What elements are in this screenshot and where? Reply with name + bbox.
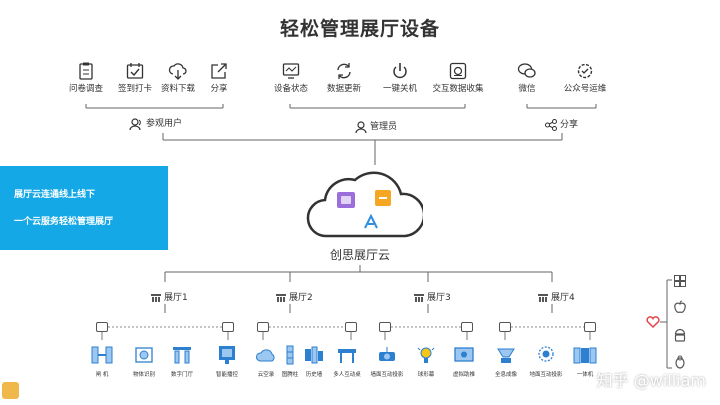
control-screen-icon <box>205 345 249 367</box>
watermark: 知乎 @william <box>596 371 706 390</box>
group-share: 分享 <box>545 117 578 131</box>
feature-label: 分享 <box>210 84 228 94</box>
store-node-icon <box>461 322 473 332</box>
feature-data-collect: 交互数据收集 <box>423 62 493 94</box>
badge-settings-icon <box>550 62 620 80</box>
device-wall-projection: 墙面互动投影 <box>365 345 409 378</box>
hologram-icon <box>484 345 528 367</box>
store-node-icon <box>96 322 108 332</box>
device-gate: 闸 机 <box>80 345 124 378</box>
banner-line-2: 一个云服务轻松管理展厅 <box>14 217 114 227</box>
hall-4: 展厅4 <box>537 290 575 303</box>
feature-label: 交互数据收集 <box>432 84 484 94</box>
feature-share: 分享 <box>184 62 254 94</box>
building-icon <box>538 293 548 302</box>
hall-1: 展厅1 <box>150 290 188 303</box>
floor-projection-icon <box>524 345 568 367</box>
kiosk-icon <box>563 345 607 367</box>
virtual-screen-icon <box>442 345 486 367</box>
admin-icon <box>355 120 367 133</box>
device-floor-projection: 地面互动投影 <box>524 345 568 378</box>
store-node-icon <box>222 322 234 332</box>
gate-icon <box>80 345 124 367</box>
user-icon <box>129 117 141 130</box>
android-icon <box>674 328 686 342</box>
table-icon <box>325 345 369 367</box>
page-title: 轻松管理展厅设备 <box>279 18 440 40</box>
share-nodes-icon <box>545 118 557 131</box>
feature-official-account: 公众号运维 <box>550 62 620 94</box>
group-admin: 管理员 <box>355 119 397 133</box>
store-node-icon <box>257 322 269 332</box>
cloud-label: 创思展厅云 <box>329 248 390 262</box>
hall-2: 展厅2 <box>275 290 313 303</box>
store-node-icon <box>584 322 596 332</box>
cloud-icon <box>306 171 423 238</box>
store-node-icon <box>499 322 511 332</box>
apple-icon <box>674 300 686 313</box>
hall-3: 展厅3 <box>413 290 451 303</box>
data-collect-icon <box>423 62 493 80</box>
building-icon <box>276 293 286 302</box>
device-virtual-push: 虚拟助推 <box>442 345 486 378</box>
share-arrow-icon <box>184 62 254 80</box>
feature-label: 公众号运维 <box>563 84 607 94</box>
intro-banner: 展厅云连通线上线下 一个云服务轻松管理展厅 <box>0 166 168 250</box>
device-multi-touch-table: 多人互动桌 <box>325 345 369 378</box>
banner-line-1: 展厅云连通线上线下 <box>14 190 96 200</box>
windows-icon <box>674 275 686 287</box>
group-visitors: 参观用户 <box>129 116 182 130</box>
store-node-icon <box>379 322 391 332</box>
device-smart-playback: 智能播控 <box>205 345 249 378</box>
building-icon <box>151 293 161 302</box>
device-hologram: 全息成像 <box>484 345 528 378</box>
heart-icon <box>646 316 660 328</box>
device-digital-lobby: 数字门厅 <box>160 345 204 378</box>
store-node-icon <box>345 322 357 332</box>
gateway-icon <box>160 345 204 367</box>
projector-icon <box>365 345 409 367</box>
building-icon <box>414 293 424 302</box>
app-logo-icon <box>2 382 19 399</box>
